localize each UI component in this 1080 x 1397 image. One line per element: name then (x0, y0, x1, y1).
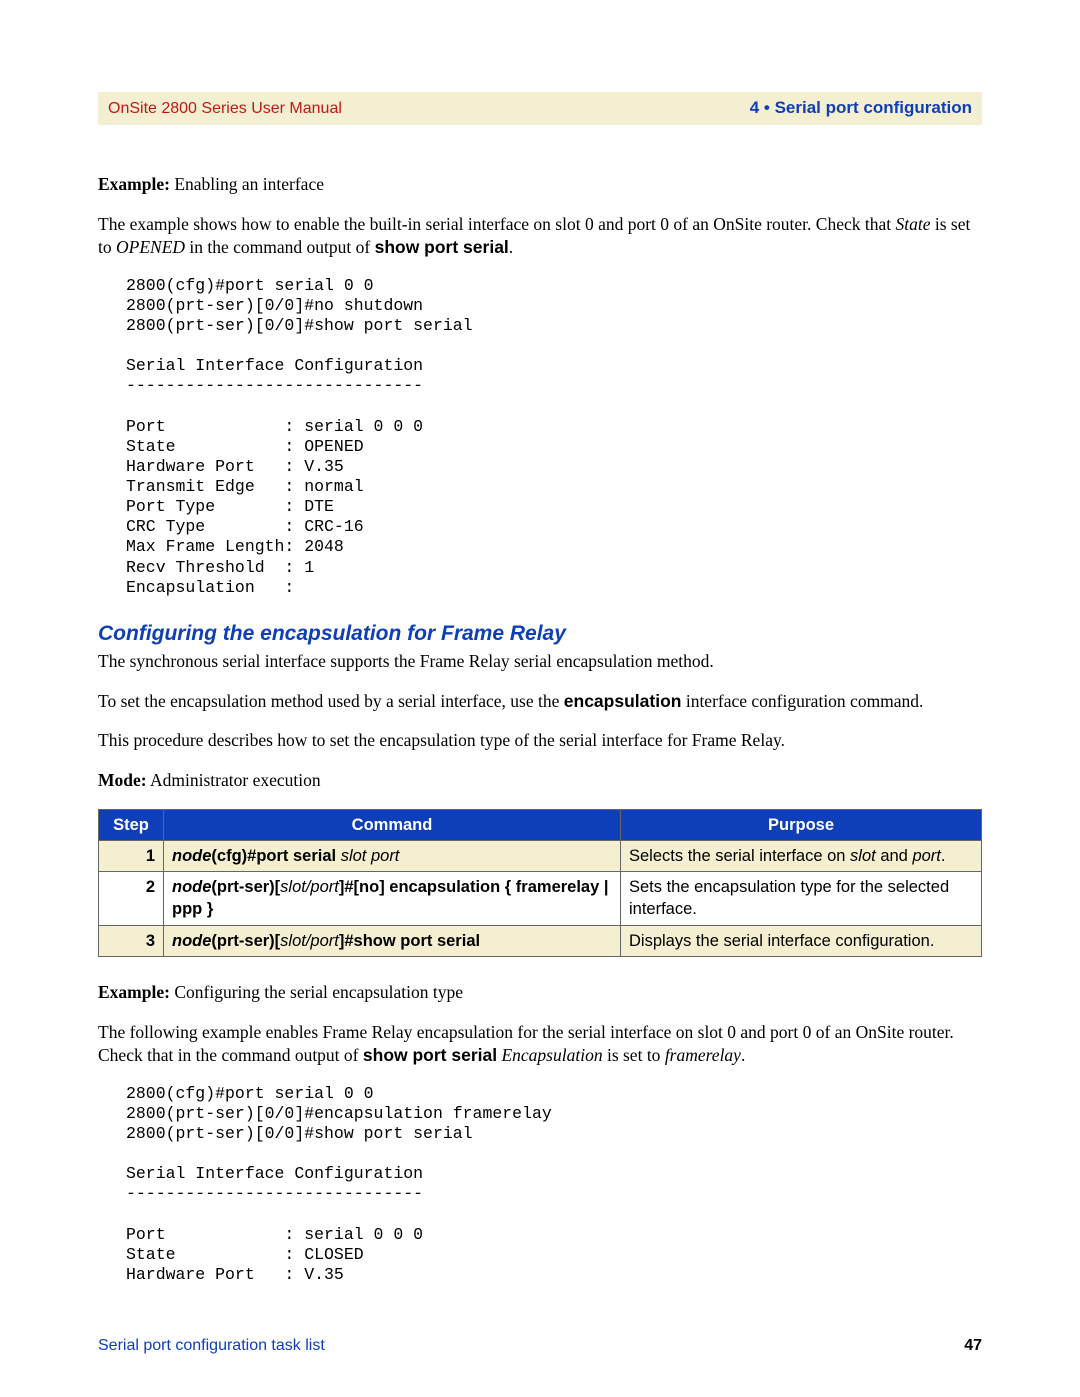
slot-port-italic: slot port (341, 847, 400, 865)
command-cell: node(prt-ser)[slot/port]#show port seria… (164, 925, 621, 956)
example-label: Example: (98, 982, 170, 1002)
show-port-serial-cmd: show port serial (375, 237, 509, 257)
paragraph-procedure-describes: This procedure describes how to set the … (98, 729, 982, 753)
table-header-row: Step Command Purpose (99, 809, 982, 840)
cmd-text: (cfg)#port serial (211, 847, 340, 865)
slot-italic: slot (850, 847, 876, 865)
paragraph-supports-framerelay: The synchronous serial interface support… (98, 650, 982, 674)
mode-text: Administrator execution (147, 770, 321, 790)
example-text: Configuring the serial encapsulation typ… (170, 982, 463, 1002)
page-number: 47 (964, 1335, 982, 1357)
step-number: 1 (99, 840, 164, 871)
code-block-2: 2800(cfg)#port serial 0 0 2800(prt-ser)[… (126, 1084, 982, 1285)
state-italic: State (896, 214, 931, 234)
framerelay-italic: framerelay (665, 1045, 741, 1065)
col-purpose: Purpose (621, 809, 982, 840)
code-block-1: 2800(cfg)#port serial 0 0 2800(prt-ser)[… (126, 276, 982, 598)
text: . (509, 237, 513, 257)
text: . (741, 1045, 745, 1065)
chapter-title: 4 • Serial port configuration (750, 97, 972, 120)
purpose-cell: Sets the encapsulation type for the sele… (621, 872, 982, 926)
col-command: Command (164, 809, 621, 840)
cmd-text: (prt-ser)[ (211, 932, 280, 950)
text: and (876, 847, 913, 865)
encapsulation-italic: Encapsulation (501, 1045, 602, 1065)
purpose-cell: Displays the serial interface configurat… (621, 925, 982, 956)
footer-section: Serial port configuration task list (98, 1335, 325, 1357)
opened-italic: OPENED (116, 237, 185, 257)
step-number: 3 (99, 925, 164, 956)
text: To set the encapsulation method used by … (98, 691, 564, 711)
slot-port-italic: slot/port (280, 932, 339, 950)
col-step: Step (99, 809, 164, 840)
command-cell: node(cfg)#port serial slot port (164, 840, 621, 871)
text: The example shows how to enable the buil… (98, 214, 896, 234)
command-table: Step Command Purpose 1 node(cfg)#port se… (98, 809, 982, 957)
text: interface configuration command. (681, 691, 923, 711)
text: is set to (603, 1045, 665, 1065)
cmd-text: (prt-ser)[ (211, 878, 280, 896)
step-number: 2 (99, 872, 164, 926)
paragraph-example-description: The following example enables Frame Rela… (98, 1021, 982, 1068)
example-text: Enabling an interface (170, 174, 324, 194)
node-italic: node (172, 847, 211, 865)
port-italic: port (912, 847, 940, 865)
node-italic: node (172, 878, 211, 896)
node-italic: node (172, 932, 211, 950)
slot-port-italic: slot/port (280, 878, 339, 896)
page-footer: Serial port configuration task list 47 (98, 1335, 982, 1357)
example-heading-2: Example: Configuring the serial encapsul… (98, 981, 982, 1005)
manual-title: OnSite 2800 Series User Manual (108, 98, 342, 120)
text: Selects the serial interface on (629, 847, 850, 865)
intro-paragraph-1: The example shows how to enable the buil… (98, 213, 982, 260)
encapsulation-cmd: encapsulation (564, 691, 682, 711)
cmd-text: ]#show port serial (339, 932, 480, 950)
example-label: Example: (98, 174, 170, 194)
show-port-serial-cmd: show port serial (363, 1045, 497, 1065)
text: . (941, 847, 946, 865)
table-row: 1 node(cfg)#port serial slot port Select… (99, 840, 982, 871)
text: in the command output of (185, 237, 375, 257)
mode-label: Mode: (98, 770, 147, 790)
page-header: OnSite 2800 Series User Manual 4 • Seria… (98, 92, 982, 125)
paragraph-set-encapsulation: To set the encapsulation method used by … (98, 690, 982, 714)
command-cell: node(prt-ser)[slot/port]#[no] encapsulat… (164, 872, 621, 926)
purpose-cell: Selects the serial interface on slot and… (621, 840, 982, 871)
example-heading-1: Example: Enabling an interface (98, 173, 982, 197)
table-row: 3 node(prt-ser)[slot/port]#show port ser… (99, 925, 982, 956)
table-row: 2 node(prt-ser)[slot/port]#[no] encapsul… (99, 872, 982, 926)
mode-line: Mode: Administrator execution (98, 769, 982, 793)
section-encapsulation-frame-relay: Configuring the encapsulation for Frame … (98, 620, 982, 648)
